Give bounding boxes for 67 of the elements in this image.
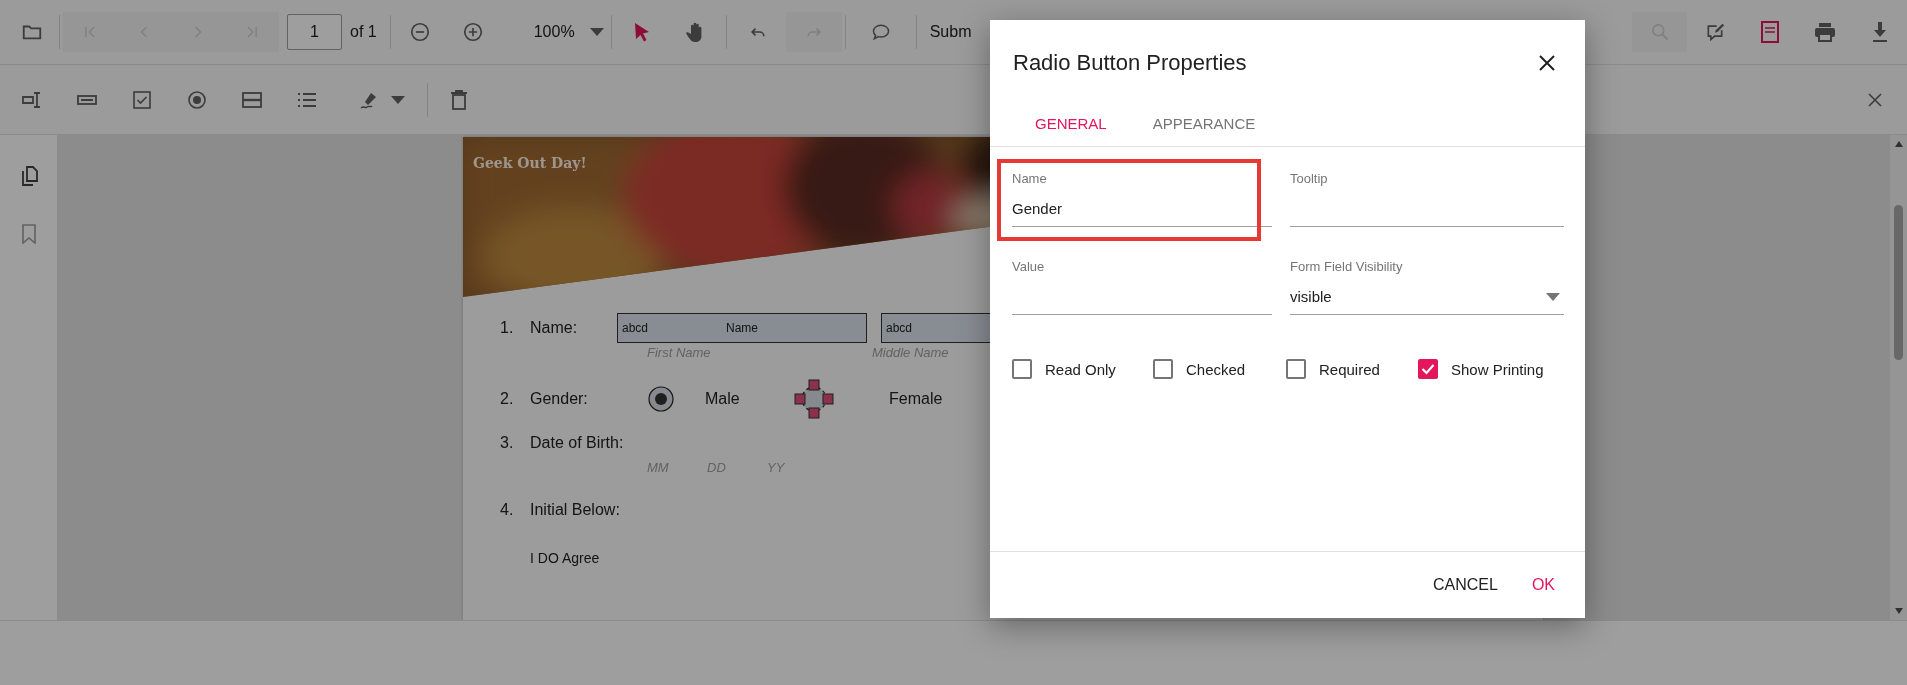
cancel-button[interactable]: CANCEL <box>1422 568 1508 602</box>
printer-icon <box>1813 22 1836 42</box>
dialog-title: Radio Button Properties <box>1013 50 1247 76</box>
close-icon <box>1867 92 1882 107</box>
checkbox-label: Checked <box>1186 360 1246 378</box>
field-label: Name <box>1012 171 1048 187</box>
item-label: Initial Below: <box>530 501 620 519</box>
up-arrow-icon <box>1894 141 1903 147</box>
caret-icon <box>391 95 405 104</box>
plus-circle-icon <box>462 21 485 43</box>
input-bar-icon <box>76 94 97 105</box>
text-cursor-box-icon <box>20 90 43 109</box>
download-icon <box>1870 21 1889 43</box>
item-number: 1. <box>500 319 515 337</box>
field-caption: DD <box>707 459 727 475</box>
radio-form-field[interactable] <box>792 377 836 421</box>
caret-icon <box>1546 292 1560 301</box>
checkbox[interactable] <box>1012 359 1032 379</box>
scrollbar[interactable] <box>1890 135 1907 620</box>
checkbox-label: Required <box>1319 360 1380 378</box>
down-arrow-icon <box>1894 608 1903 614</box>
field-caption: MM <box>647 459 670 475</box>
speech-bubble-icon <box>870 22 891 42</box>
ok-button[interactable]: OK <box>1521 568 1565 602</box>
form-icon <box>1760 21 1779 43</box>
list-box-icon <box>241 91 262 108</box>
pointer-icon <box>632 22 651 42</box>
caret-icon <box>589 28 604 36</box>
text-form-field[interactable]: abcd Name <box>617 313 867 343</box>
checkbox-icon <box>132 90 151 109</box>
document-heading: Geek Out Day! <box>473 155 587 171</box>
checkbox[interactable] <box>1153 359 1173 379</box>
item-number: 3. <box>500 434 515 452</box>
page-count: of 1 <box>350 23 377 41</box>
item-label: Date of Birth: <box>530 434 624 452</box>
checkbox-label: Read Only <box>1045 360 1116 378</box>
field-label: Value <box>1012 259 1046 275</box>
field-label: Form Field Visibility <box>1290 259 1404 275</box>
zoom-dropdown[interactable]: 100% <box>507 23 608 41</box>
field-label: Tooltip <box>1290 171 1329 187</box>
scrollbar-thumb[interactable] <box>1894 205 1903 360</box>
item-number: 4. <box>500 501 515 519</box>
field-caption: First Name <box>646 344 712 360</box>
page-number-field[interactable]: 1 <box>287 14 342 50</box>
field-caption: Middle Name <box>871 344 949 360</box>
visibility-dropdown[interactable]: visible <box>1290 275 1564 315</box>
checkbox-label: Show Printing <box>1451 360 1544 378</box>
checkbox[interactable] <box>1286 359 1306 379</box>
bookmark-icon <box>21 224 36 244</box>
item-label: Name: <box>530 319 579 337</box>
item-number: 2. <box>500 390 515 408</box>
submit-form-button[interactable]: Subm <box>919 12 972 52</box>
radio-icon <box>187 90 206 109</box>
pages-icon <box>19 166 38 186</box>
option-label: Male <box>705 390 741 408</box>
trash-icon <box>449 89 468 110</box>
close-icon <box>1539 55 1555 71</box>
checkbox[interactable] <box>1418 359 1438 379</box>
list-icon <box>296 91 317 108</box>
minus-circle-icon <box>409 21 432 43</box>
tab[interactable]: APPEARANCE <box>1129 106 1279 140</box>
option-label: Female <box>889 390 943 408</box>
tab[interactable]: GENERAL <box>1012 106 1130 140</box>
text-input-field[interactable]: Gender <box>1012 187 1272 227</box>
agreement-text: I DO Agree <box>529 550 601 566</box>
item-label: Gender: <box>530 390 589 408</box>
field-caption: YY <box>767 459 786 475</box>
